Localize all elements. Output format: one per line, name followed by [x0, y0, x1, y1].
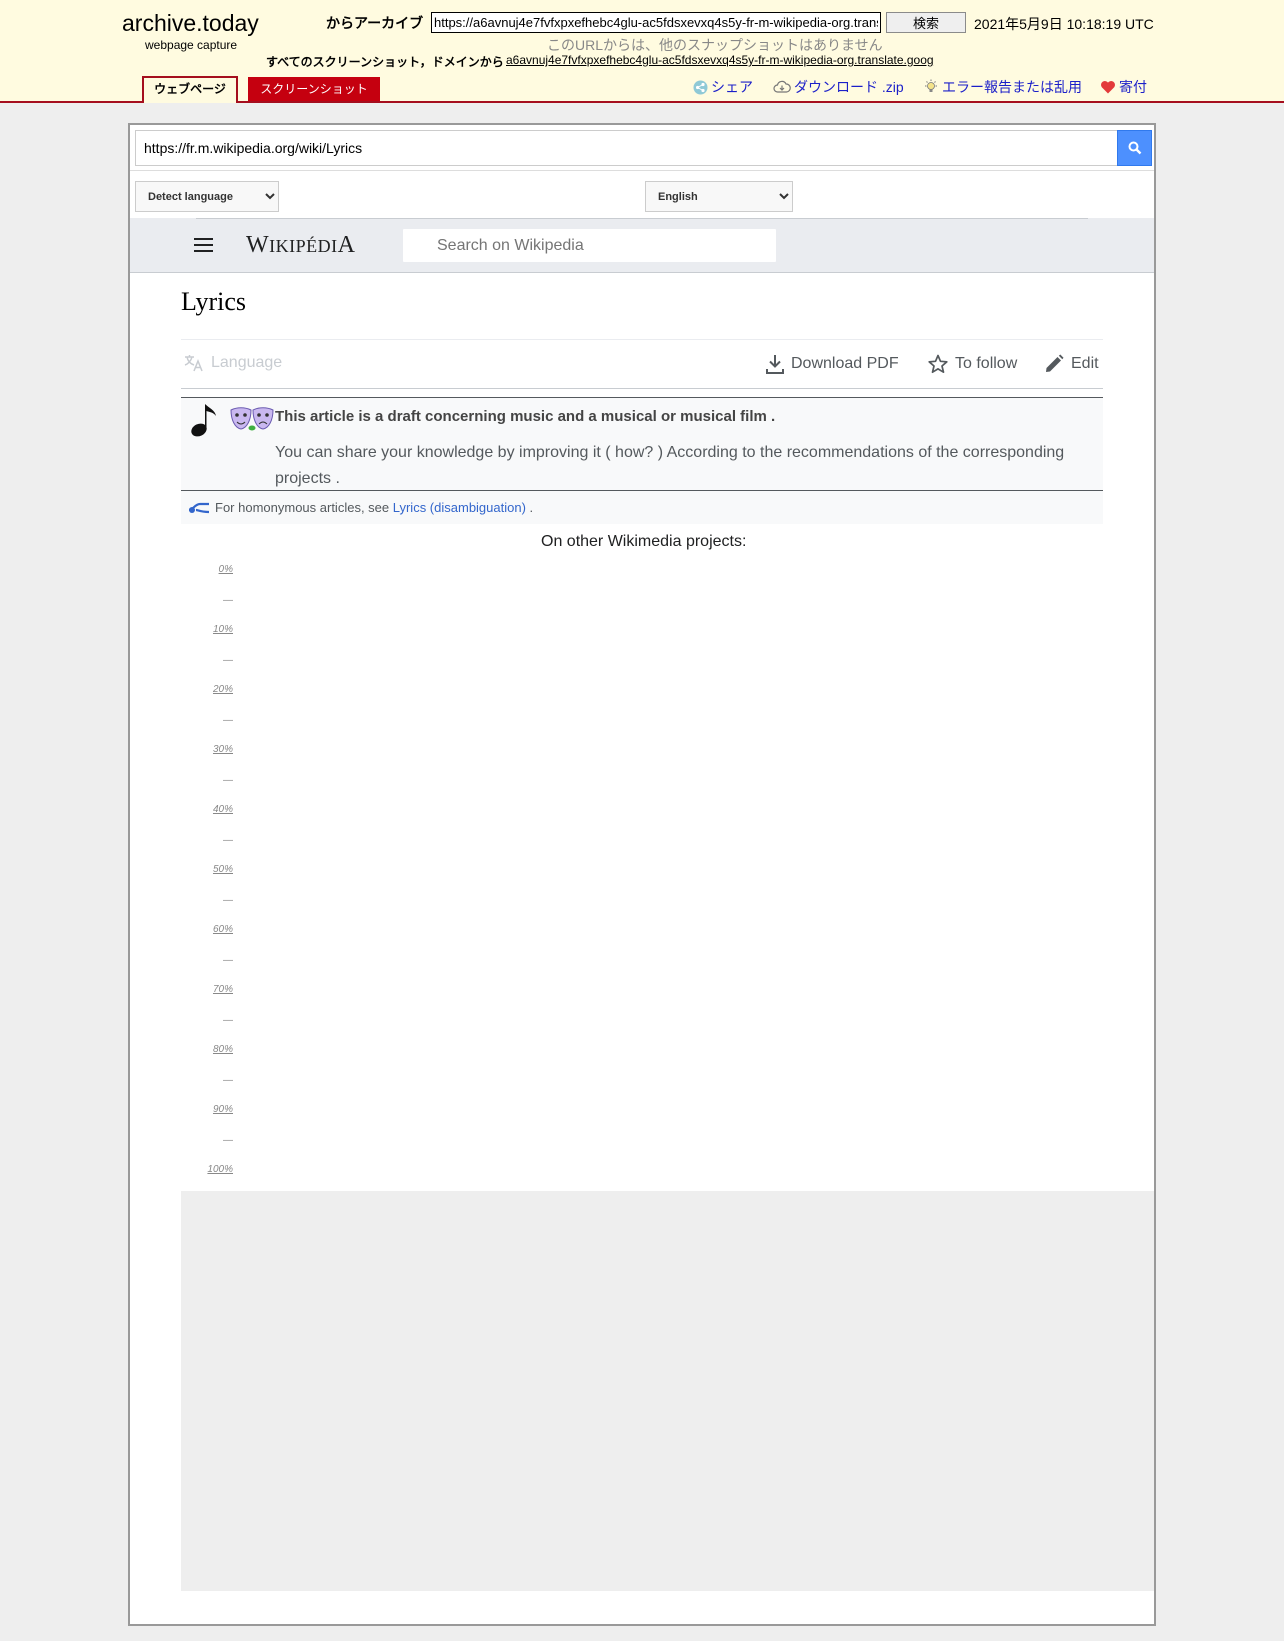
edit-label: Edit: [1071, 355, 1099, 372]
pencil-icon: [1046, 354, 1064, 372]
heart-icon: [1101, 81, 1115, 94]
scale-label: 100%: [207, 1164, 233, 1175]
wikipedia-logo-part: IKIP: [269, 236, 307, 256]
language-button[interactable]: Language: [184, 354, 282, 372]
scale-tick: —: [223, 655, 233, 666]
archive-search-button[interactable]: 検索: [886, 12, 966, 33]
draft-notice-box: This article is a draft concerning music…: [181, 397, 1103, 491]
hamburger-menu-icon: [194, 238, 213, 240]
search-icon: [1128, 141, 1141, 155]
homonymy-notice: For homonymous articles, see Lyrics (dis…: [181, 491, 1103, 524]
scale-tick: —: [223, 1135, 233, 1146]
homonymy-suffix: .: [525, 500, 534, 515]
homonymy-text: For homonymous articles, see Lyrics (dis…: [215, 500, 533, 515]
scale-tick: —: [223, 715, 233, 726]
report-link[interactable]: エラー報告または乱用: [923, 77, 1082, 97]
unloaded-content-area: [181, 1191, 1154, 1591]
tab-screenshot[interactable]: スクリーンショット: [248, 77, 380, 101]
cloud-download-icon: [773, 80, 791, 93]
wikipedia-logo-part: W: [246, 232, 270, 258]
star-icon: [928, 354, 948, 374]
wikipedia-header-topline: [196, 218, 1088, 219]
scale-tick: —: [223, 835, 233, 846]
scale-label: 60%: [212, 924, 233, 935]
scale-tick: —: [223, 955, 233, 966]
all-screenshots-label: すべてのスクリーンショット，ドメインから: [266, 55, 504, 69]
scale-label: 20%: [212, 684, 233, 695]
translate-icon: [184, 355, 203, 372]
archive-logo-subtitle: webpage capture: [145, 38, 238, 52]
scale-label: 80%: [212, 1044, 233, 1055]
wikipedia-logo-part: DI: [317, 236, 338, 256]
language-label: Language: [211, 354, 283, 371]
wikipedia-search-input[interactable]: [402, 228, 777, 263]
scale-label: 50%: [212, 864, 233, 875]
title-divider: [181, 339, 1103, 340]
scale-tick: —: [223, 895, 233, 906]
translated-page-frame: Detect language English WIKIPÉDIA Lyrics…: [128, 123, 1156, 1626]
page-actions-divider: [181, 388, 1103, 389]
scale-label: 10%: [212, 624, 233, 635]
target-language-select[interactable]: English: [645, 181, 793, 212]
tab-webpage[interactable]: ウェブページ: [142, 76, 238, 103]
other-projects-heading: On other Wikimedia projects:: [541, 533, 747, 550]
download-pdf-label: Download PDF: [791, 355, 899, 372]
disambiguation-icon: [188, 502, 210, 514]
download-zip-label: ダウンロード .zip: [794, 79, 904, 95]
scale-tick: —: [223, 1015, 233, 1026]
page-title: Lyrics: [181, 287, 246, 316]
download-pdf-button[interactable]: Download PDF: [766, 354, 899, 374]
wikipedia-logo[interactable]: WIKIPÉDIA: [246, 232, 356, 259]
wikipedia-logo-part: É: [306, 236, 318, 256]
translate-go-button[interactable]: [1117, 130, 1152, 166]
report-label: エラー報告または乱用: [942, 79, 1082, 95]
archive-date: 2021年5月9日 10:18:19 UTC: [974, 16, 1154, 32]
scale-label: 40%: [212, 804, 233, 815]
scale-label: 90%: [212, 1104, 233, 1115]
draft-notice-title: This article is a draft concerning music…: [275, 408, 776, 425]
scale-tick: —: [223, 1075, 233, 1086]
scale-tick: —: [223, 775, 233, 786]
share-link[interactable]: シェア: [693, 77, 753, 97]
archive-from-label: からアーカイブ: [326, 15, 424, 31]
draft-notice-body: You can share your knowledge by improvin…: [275, 444, 1065, 487]
music-note-icon: [191, 404, 216, 437]
share-label: シェア: [711, 79, 753, 95]
bulb-icon: [925, 79, 937, 92]
translate-url-input[interactable]: [135, 130, 1118, 166]
hamburger-menu-icon-bar: [194, 250, 213, 252]
no-snapshots-note: このURLからは、他のスナップショットはありません: [547, 37, 883, 53]
wikipedia-header: WIKIPÉDIA: [130, 218, 1154, 273]
archive-url-input[interactable]: [431, 12, 881, 33]
edit-button[interactable]: Edit: [1044, 354, 1099, 374]
domain-link[interactable]: a6avnuj4e7fvfxpxefhebc4glu-ac5fdsxevxq4s…: [506, 53, 934, 67]
share-icon: [693, 80, 708, 94]
homonymy-prefix: For homonymous articles, see: [215, 500, 393, 515]
donate-label: 寄付: [1119, 79, 1147, 95]
scale-label: 70%: [212, 984, 233, 995]
scale-tick: —: [223, 595, 233, 606]
donate-link[interactable]: 寄付: [1100, 77, 1147, 97]
hamburger-menu-icon-bar: [194, 244, 213, 246]
scale-label: 0%: [218, 564, 233, 575]
archive-header: archive.today webpage capture からアーカイブ 検索…: [0, 0, 1284, 103]
follow-button[interactable]: To follow: [928, 354, 1017, 374]
translate-bar-divider: [130, 170, 1154, 171]
download-zip-link[interactable]: ダウンロード .zip: [773, 77, 904, 97]
main-menu-button[interactable]: [194, 233, 216, 257]
follow-label: To follow: [955, 355, 1018, 372]
theatre-masks-icon: [230, 407, 274, 431]
source-language-select[interactable]: Detect language: [135, 181, 279, 212]
download-icon: [766, 355, 784, 374]
archive-logo[interactable]: archive.today: [122, 10, 259, 36]
scale-label: 30%: [212, 744, 233, 755]
wikipedia-logo-part: A: [337, 232, 356, 258]
disambiguation-link[interactable]: Lyrics (disambiguation): [393, 500, 526, 515]
